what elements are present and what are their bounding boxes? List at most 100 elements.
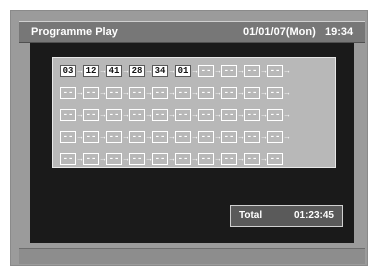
programme-slot[interactable]: --	[198, 65, 214, 77]
programme-slot[interactable]: --	[175, 109, 191, 121]
programme-play-screen: Programme Play 01/01/07(Mon) 19:34 03 → 12…	[0, 0, 379, 276]
arrow-right-icon: →	[145, 154, 153, 163]
arrow-right-icon: →	[122, 154, 130, 163]
arrow-right-icon: →	[260, 110, 268, 119]
programme-slot[interactable]: --	[129, 87, 145, 99]
arrow-right-icon: →	[99, 88, 107, 97]
programme-slot[interactable]: 28	[129, 65, 145, 77]
programme-slot[interactable]: --	[244, 87, 260, 99]
programme-row: 03 → 12 → 41 → 28 → 34 → 01 → -- → -- → -- → -- →	[60, 64, 291, 78]
arrow-right-icon: →	[237, 88, 245, 97]
programme-slot[interactable]: --	[83, 109, 99, 121]
arrow-right-icon: →	[145, 88, 153, 97]
programme-slot[interactable]: --	[152, 131, 168, 143]
arrow-right-icon: →	[76, 88, 84, 97]
arrow-right-icon: →	[214, 154, 222, 163]
arrow-right-icon: →	[145, 66, 153, 75]
bottom-help-bar	[19, 248, 365, 264]
arrow-right-icon: →	[214, 132, 222, 141]
programme-slot[interactable]: --	[198, 153, 214, 165]
programme-slot[interactable]: --	[244, 109, 260, 121]
main-panel: 03 → 12 → 41 → 28 → 34 → 01 → -- → -- → -- → -- → -- → -- → -- → -…	[30, 43, 354, 243]
programme-slot[interactable]: --	[244, 65, 260, 77]
programme-slot[interactable]: --	[83, 131, 99, 143]
arrow-right-icon: →	[191, 132, 199, 141]
programme-slot[interactable]: --	[221, 153, 237, 165]
arrow-right-icon: →	[237, 154, 245, 163]
arrow-right-icon: →	[260, 154, 268, 163]
arrow-right-icon: →	[122, 132, 130, 141]
programme-slot[interactable]: 34	[152, 65, 168, 77]
arrow-right-icon: →	[237, 66, 245, 75]
arrow-right-icon: →	[122, 88, 130, 97]
programme-slot[interactable]: --	[221, 65, 237, 77]
programme-slot[interactable]: --	[198, 131, 214, 143]
programme-row: -- → -- → -- → -- → -- → -- → -- → -- → -- → -- →	[60, 130, 291, 144]
arrow-right-icon: →	[168, 66, 176, 75]
arrow-right-icon: →	[76, 110, 84, 119]
programme-slot[interactable]: 12	[83, 65, 99, 77]
arrow-right-icon: →	[260, 132, 268, 141]
programme-slot[interactable]: --	[83, 87, 99, 99]
arrow-right-icon: →	[237, 132, 245, 141]
programme-slot[interactable]: --	[175, 153, 191, 165]
programme-slot[interactable]: --	[106, 109, 122, 121]
arrow-right-icon: →	[99, 66, 107, 75]
arrow-right-icon: →	[283, 132, 291, 141]
arrow-right-icon: →	[168, 132, 176, 141]
arrow-right-icon: →	[283, 88, 291, 97]
programme-slot[interactable]: --	[221, 87, 237, 99]
programme-slot[interactable]: --	[60, 131, 76, 143]
arrow-right-icon: →	[191, 110, 199, 119]
arrow-right-icon: →	[122, 66, 130, 75]
arrow-right-icon: →	[99, 110, 107, 119]
programme-slot[interactable]: --	[244, 153, 260, 165]
programme-slot[interactable]: 01	[175, 65, 191, 77]
arrow-right-icon: →	[214, 66, 222, 75]
arrow-right-icon: →	[99, 132, 107, 141]
programme-slot[interactable]: 41	[106, 65, 122, 77]
programme-slot[interactable]: --	[129, 153, 145, 165]
programme-row: -- → -- → -- → -- → -- → -- → -- → -- → -- → -- →	[60, 86, 291, 100]
programme-slot[interactable]: --	[152, 109, 168, 121]
programme-slot[interactable]: --	[83, 153, 99, 165]
arrow-right-icon: →	[99, 154, 107, 163]
arrow-right-icon: →	[283, 110, 291, 119]
programme-slot[interactable]: --	[221, 131, 237, 143]
programme-slot[interactable]: --	[106, 87, 122, 99]
arrow-right-icon: →	[145, 132, 153, 141]
programme-slot[interactable]: --	[152, 87, 168, 99]
arrow-right-icon: →	[237, 110, 245, 119]
programme-slot[interactable]: --	[267, 65, 283, 77]
programme-slot[interactable]: --	[106, 131, 122, 143]
programme-slot[interactable]: --	[198, 87, 214, 99]
arrow-right-icon: →	[214, 110, 222, 119]
total-value: 01:23:45	[293, 210, 334, 221]
programme-slot[interactable]: --	[267, 153, 283, 165]
arrow-right-icon: →	[76, 132, 84, 141]
total-label: Total	[239, 210, 263, 221]
programme-slot[interactable]: --	[267, 87, 283, 99]
total-time-box: Total 01:23:45	[230, 205, 343, 227]
programme-slot[interactable]: --	[60, 87, 76, 99]
arrow-right-icon: →	[191, 154, 199, 163]
programme-slot[interactable]: 03	[60, 65, 76, 77]
programme-slot[interactable]: --	[175, 87, 191, 99]
arrow-right-icon: →	[283, 66, 291, 75]
programme-slot[interactable]: --	[198, 109, 214, 121]
programme-slot[interactable]: --	[106, 153, 122, 165]
programme-slot[interactable]: --	[267, 109, 283, 121]
programme-slot[interactable]: --	[244, 131, 260, 143]
programme-slot[interactable]: --	[221, 109, 237, 121]
programme-grid: 03 → 12 → 41 → 28 → 34 → 01 → -- → -- → -- → -- → -- → -- → -- → -…	[52, 57, 336, 168]
programme-slot[interactable]: --	[60, 153, 76, 165]
programme-slot[interactable]: --	[175, 131, 191, 143]
programme-slot[interactable]: --	[152, 153, 168, 165]
arrow-right-icon: →	[191, 66, 199, 75]
programme-slot[interactable]: --	[129, 109, 145, 121]
arrow-right-icon: →	[76, 154, 84, 163]
programme-slot[interactable]: --	[60, 109, 76, 121]
programme-slot[interactable]: --	[267, 131, 283, 143]
programme-row: -- → -- → -- → -- → -- → -- → -- → -- → -- → --	[60, 152, 283, 166]
programme-slot[interactable]: --	[129, 131, 145, 143]
